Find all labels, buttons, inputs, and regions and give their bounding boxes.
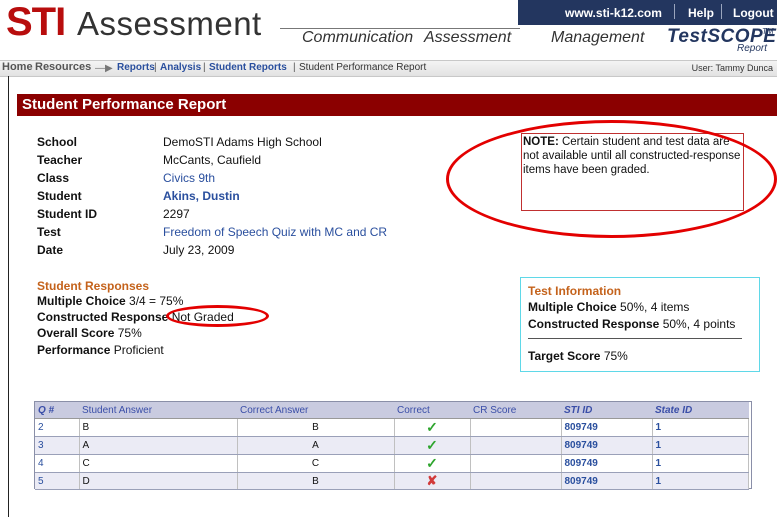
cross-icon: ✘ xyxy=(394,472,471,490)
separator xyxy=(721,4,722,19)
label-date: Date xyxy=(37,243,64,257)
label-class: Class xyxy=(37,171,70,185)
cell-sti-id[interactable]: 809749 xyxy=(561,418,653,437)
check-icon: ✓ xyxy=(394,454,471,473)
breadcrumb-analysis[interactable]: Analysis xyxy=(160,62,201,73)
annotation-ellipse-small xyxy=(166,305,269,327)
check-icon: ✓ xyxy=(394,436,471,455)
logout-link[interactable]: Logout xyxy=(733,6,774,20)
cell-q[interactable]: 3 xyxy=(35,436,80,455)
breadcrumb-resources[interactable]: Resources xyxy=(35,61,91,73)
test-info-heading: Test Information xyxy=(528,284,622,298)
page-title: Student Performance Report xyxy=(22,96,227,113)
breadcrumb-current: Student Performance Report xyxy=(299,62,427,73)
value-school: DemoSTI Adams High School xyxy=(163,135,322,149)
table-row: 5 D B ✘ 809749 1 xyxy=(35,472,749,490)
col-q[interactable]: Q # xyxy=(35,402,79,419)
label-student-id: Student ID xyxy=(37,207,97,221)
cell-state-id[interactable]: 1 xyxy=(652,454,749,473)
cell-q[interactable]: 2 xyxy=(35,418,80,437)
nav-communication[interactable]: Communication xyxy=(302,29,413,47)
cell-student-answer: D xyxy=(79,472,238,490)
col-state-id[interactable]: State ID xyxy=(652,402,749,419)
mc-score: Multiple Choice 3/4 = 75% xyxy=(37,294,184,308)
sti-logo: STI xyxy=(6,0,66,44)
col-sti-id[interactable]: STI ID xyxy=(561,402,652,419)
cell-state-id[interactable]: 1 xyxy=(652,436,749,455)
nav-assessment[interactable]: Assessment xyxy=(424,29,511,47)
nav-management[interactable]: Management xyxy=(551,29,644,47)
value-student-id: 2297 xyxy=(163,207,190,221)
cell-state-id[interactable]: 1 xyxy=(652,472,749,490)
responses-heading: Student Responses xyxy=(37,279,150,293)
label-teacher: Teacher xyxy=(37,153,83,167)
value-teacher: McCants, Caufield xyxy=(163,153,262,167)
value-class-link[interactable]: Civics 9th xyxy=(163,171,215,185)
separator: | xyxy=(154,62,157,73)
cell-cr-score xyxy=(470,472,562,490)
testscope-report-label: Report xyxy=(737,43,768,54)
annotation-ellipse xyxy=(446,120,777,238)
breadcrumb-student-reports[interactable]: Student Reports xyxy=(209,62,287,73)
cell-correct-answer: A xyxy=(237,436,395,455)
help-link[interactable]: Help xyxy=(688,6,714,20)
breadcrumb-reports[interactable]: Reports xyxy=(117,62,155,73)
overall-score: Overall Score 75% xyxy=(37,326,142,340)
cell-student-answer: C xyxy=(79,454,238,473)
cell-cr-score xyxy=(470,418,562,437)
value-date: July 23, 2009 xyxy=(163,243,235,257)
check-icon: ✓ xyxy=(394,418,471,437)
cell-sti-id[interactable]: 809749 xyxy=(561,436,653,455)
col-correct[interactable]: Correct xyxy=(394,402,470,419)
cell-correct-answer: C xyxy=(237,454,395,473)
table-row: 2 B B ✓ 809749 1 xyxy=(35,418,749,437)
arrow-right-icon: —▶ xyxy=(95,63,113,74)
col-correct-answer[interactable]: Correct Answer xyxy=(237,402,394,419)
left-border xyxy=(8,76,9,517)
test-info-cr: Constructed Response 50%, 4 points xyxy=(528,317,736,331)
cell-state-id[interactable]: 1 xyxy=(652,418,749,437)
value-test-link[interactable]: Freedom of Speech Quiz with MC and CR xyxy=(163,225,387,239)
cell-correct-answer: B xyxy=(237,418,395,437)
cell-q[interactable]: 5 xyxy=(35,472,80,490)
table-header-row: Q # Student Answer Correct Answer Correc… xyxy=(35,402,749,419)
website-link[interactable]: www.sti-k12.com xyxy=(565,6,662,20)
separator xyxy=(674,4,675,19)
testscope-tm: TM xyxy=(762,27,774,36)
results-table: Q # Student Answer Correct Answer Correc… xyxy=(35,402,749,490)
cell-student-answer: B xyxy=(79,418,238,437)
top-link-bar: www.sti-k12.com Help Logout xyxy=(518,0,777,25)
value-student-link[interactable]: Akins, Dustin xyxy=(163,189,240,203)
test-info-target: Target Score 75% xyxy=(528,349,628,363)
table-row: 3 A A ✓ 809749 1 xyxy=(35,436,749,455)
breadcrumb: Home Resources —▶ Reports | Analysis | S… xyxy=(0,60,777,77)
cell-correct-answer: B xyxy=(237,472,395,490)
divider xyxy=(528,338,742,339)
user-label: User: Tammy Dunca xyxy=(691,63,773,73)
cell-cr-score xyxy=(470,436,562,455)
label-student: Student xyxy=(37,189,82,203)
cell-sti-id[interactable]: 809749 xyxy=(561,472,653,490)
separator: | xyxy=(293,62,296,73)
test-info-mc: Multiple Choice 50%, 4 items xyxy=(528,300,690,314)
assessment-logo-text: Assessment xyxy=(77,5,262,42)
separator: | xyxy=(203,62,206,73)
cell-student-answer: A xyxy=(79,436,238,455)
label-test: Test xyxy=(37,225,61,239)
performance: Performance Proficient xyxy=(37,343,164,357)
cell-q[interactable]: 4 xyxy=(35,454,80,473)
breadcrumb-home[interactable]: Home xyxy=(2,61,33,73)
col-cr-score[interactable]: CR Score xyxy=(470,402,561,419)
cell-sti-id[interactable]: 809749 xyxy=(561,454,653,473)
cell-cr-score xyxy=(470,454,562,473)
table-row: 4 C C ✓ 809749 1 xyxy=(35,454,749,473)
label-school: School xyxy=(37,135,78,149)
col-student-answer[interactable]: Student Answer xyxy=(79,402,237,419)
